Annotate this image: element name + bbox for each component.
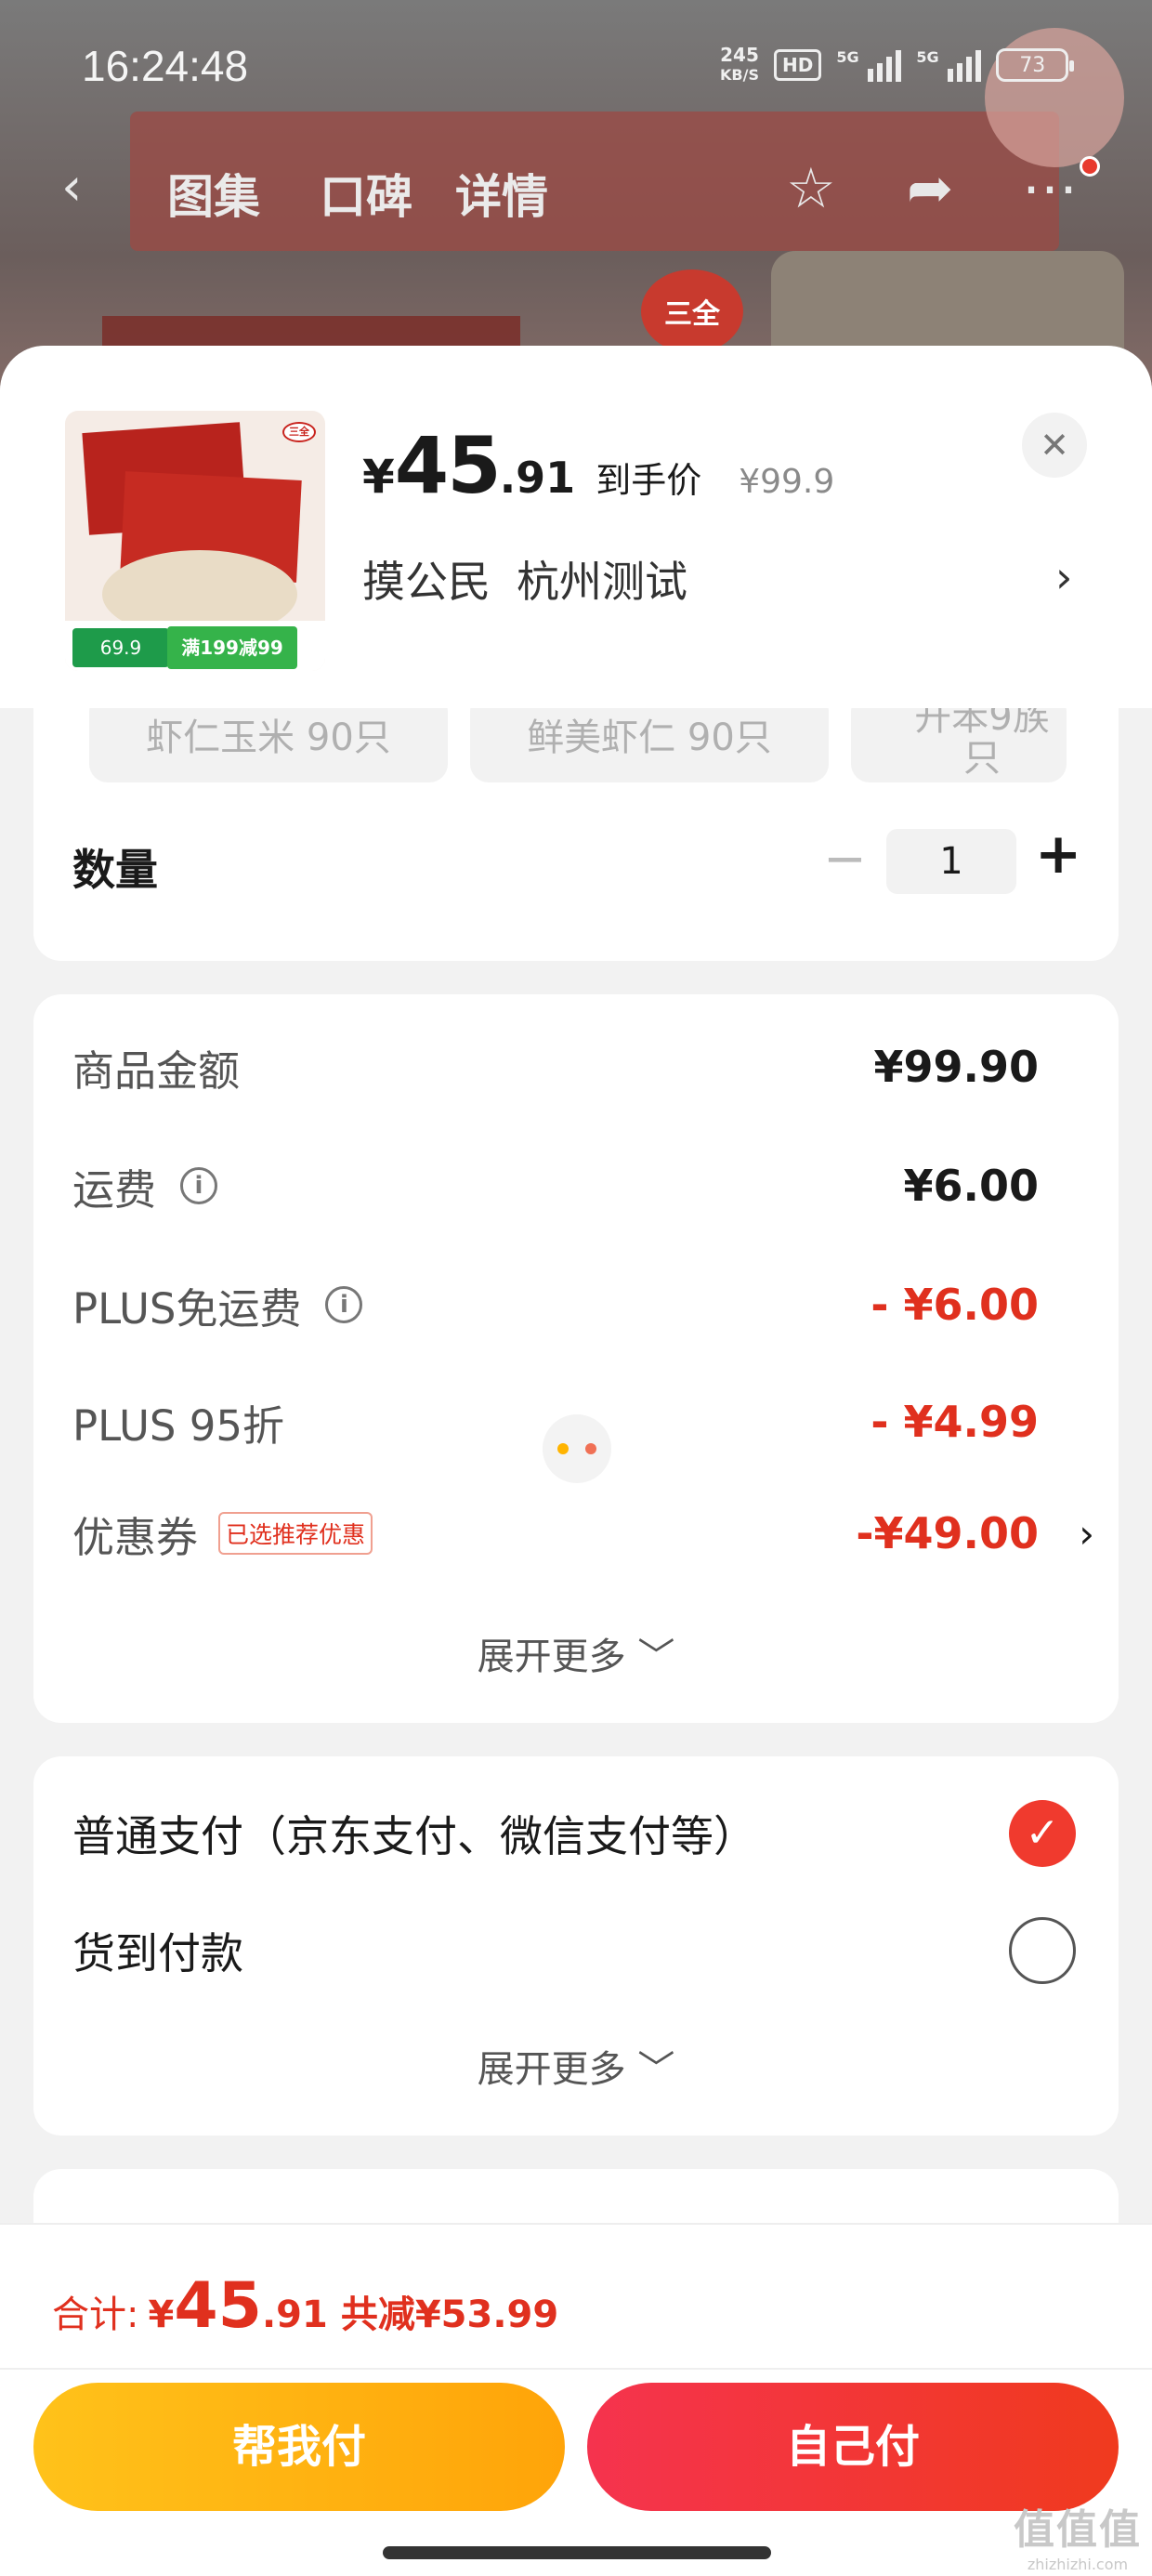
divider <box>0 2368 1152 2370</box>
coupon-tag: 已选推荐优惠 <box>218 1512 373 1555</box>
hd-icon: HD <box>773 49 822 81</box>
image-promo-badge: 满199减99 <box>167 626 297 669</box>
coupon-label: 优惠券 <box>72 1512 199 1562</box>
coupon-value: -¥49.00 <box>856 1508 1039 1558</box>
total-integer: 45 <box>174 2269 262 2343</box>
brand-logo: 三全 <box>282 422 316 442</box>
plus-free-shipping-row: PLUS免运费 i - ¥6.00 <box>72 1268 1067 1342</box>
price-row: ¥ 45 .91 到手价 ¥99.9 <box>362 420 834 511</box>
background-logo: 三全 <box>641 269 743 353</box>
total-currency: ¥ <box>148 2293 175 2336</box>
top-nav: ‹ 图集 口碑 详情 ☆ ➦ ⋯ <box>0 149 1152 232</box>
payment-option-normal[interactable]: 普通支付（京东支付、微信支付等） ✓ <box>72 1792 1076 1875</box>
image-price-badge: 69.9 <box>72 628 169 667</box>
bottom-action-bar: 合计: ¥ 45 .91 共减¥53.99 帮我付 自己付 值值值 zhizhi… <box>0 2223 1152 2576</box>
price-integer: 45 <box>394 420 502 511</box>
price-decimal: .91 <box>499 453 576 503</box>
total-label: 合计: <box>52 2293 139 2336</box>
shipping-row: 运费 i ¥6.00 <box>72 1149 1067 1223</box>
expand-more-button[interactable]: 展开更多 ﹀ <box>33 2039 1119 2093</box>
product-image: 三全 69.9 满199减99 <box>65 411 325 671</box>
share-icon[interactable]: ➦ <box>907 156 953 221</box>
quantity-label: 数量 <box>72 845 158 895</box>
tab-gallery[interactable]: 图集 <box>167 160 260 227</box>
quantity-plus-button[interactable]: + <box>1035 821 1081 887</box>
shipping-value: ¥6.00 <box>903 1161 1039 1211</box>
help-pay-button[interactable]: 帮我付 <box>33 2383 565 2511</box>
goods-amount-label: 商品金额 <box>72 1045 241 1096</box>
payment-option-label: 货到付款 <box>72 1928 243 1978</box>
goods-amount-value: ¥99.90 <box>873 1042 1039 1092</box>
quantity-minus-button[interactable]: − <box>823 829 867 889</box>
payment-option-cod[interactable]: 货到付款 <box>72 1909 1076 1992</box>
total-row: 合计: ¥ 45 .91 共减¥53.99 <box>52 2269 558 2343</box>
coupon-row[interactable]: 优惠券 已选推荐优惠 -¥49.00 › <box>72 1496 1094 1571</box>
price-breakdown-card: 商品金额 ¥99.90 运费 i ¥6.00 PLUS免运费 i - ¥6.00… <box>33 994 1119 1723</box>
product-header: 三全 69.9 满199减99 ¥ 45 .91 到手价 ¥99.9 摸公民 杭… <box>0 346 1152 708</box>
back-icon[interactable]: ‹ <box>61 160 117 216</box>
total-decimal: .91 <box>261 2293 328 2336</box>
status-bar: 16:24:48 245 KB/S HD 5G 5G 73 <box>0 0 1152 139</box>
self-pay-button[interactable]: 自己付 <box>587 2383 1119 2511</box>
status-time: 16:24:48 <box>82 42 249 90</box>
chevron-right-icon[interactable]: › <box>1055 552 1072 602</box>
checked-icon[interactable]: ✓ <box>1009 1800 1076 1867</box>
status-icons: 245 KB/S HD 5G 5G 73 <box>720 45 1075 85</box>
signal-label-2: 5G <box>916 48 939 66</box>
price-tag: 到手价 <box>596 460 702 501</box>
payment-option-label: 普通支付（京东支付、微信支付等） <box>72 1811 756 1861</box>
plus-free-shipping-label: PLUS免运费 <box>72 1283 302 1334</box>
battery-icon: 73 <box>996 48 1075 82</box>
quantity-input[interactable]: 1 <box>886 829 1016 894</box>
net-speed: 245 KB/S <box>720 45 759 85</box>
plus-free-shipping-value: - ¥6.00 <box>871 1280 1039 1330</box>
payment-card: 普通支付（京东支付、微信支付等） ✓ 货到付款 展开更多 ﹀ <box>33 1756 1119 2136</box>
address-selector[interactable]: 摸公民 杭州测试 <box>362 548 687 610</box>
info-icon[interactable]: i <box>180 1167 218 1204</box>
home-indicator[interactable] <box>383 2546 771 2559</box>
close-button[interactable]: ✕ <box>1022 413 1087 478</box>
signal-label: 5G <box>836 48 859 66</box>
more-icon[interactable]: ⋯ <box>1022 156 1078 221</box>
address-name: 摸公民 <box>362 557 491 607</box>
shipping-label: 运费 <box>72 1164 157 1215</box>
net-speed-unit: KB/S <box>720 66 759 84</box>
address-city: 杭州测试 <box>517 557 687 607</box>
signal-icon-2: 5G <box>916 48 982 82</box>
plus-discount-label: PLUS 95折 <box>72 1400 285 1451</box>
tab-details[interactable]: 详情 <box>455 160 548 227</box>
chevron-right-icon[interactable]: › <box>1079 1511 1094 1557</box>
loading-indicator <box>543 1414 611 1483</box>
original-price: ¥99.9 <box>739 463 835 501</box>
total-savings: 共减¥53.99 <box>340 2293 559 2336</box>
radio-unchecked-icon[interactable] <box>1009 1917 1076 1984</box>
expand-more-button[interactable]: 展开更多 ﹀ <box>33 1626 1119 1680</box>
goods-amount-row: 商品金额 ¥99.90 <box>72 1030 1067 1104</box>
watermark: 值值值 zhizhizhi.com <box>1013 2496 1143 2573</box>
watermark-url: zhizhizhi.com <box>1027 2556 1129 2573</box>
star-icon[interactable]: ☆ <box>786 156 836 221</box>
tab-reviews[interactable]: 口碑 <box>320 160 412 227</box>
watermark-logo: 值值值 <box>1014 2506 1142 2554</box>
plus-discount-value: - ¥4.99 <box>871 1397 1039 1447</box>
net-speed-value: 245 <box>720 44 759 66</box>
price-currency: ¥ <box>362 450 395 504</box>
signal-icon: 5G <box>836 48 902 82</box>
notification-dot <box>1080 156 1100 177</box>
info-icon[interactable]: i <box>325 1286 363 1323</box>
